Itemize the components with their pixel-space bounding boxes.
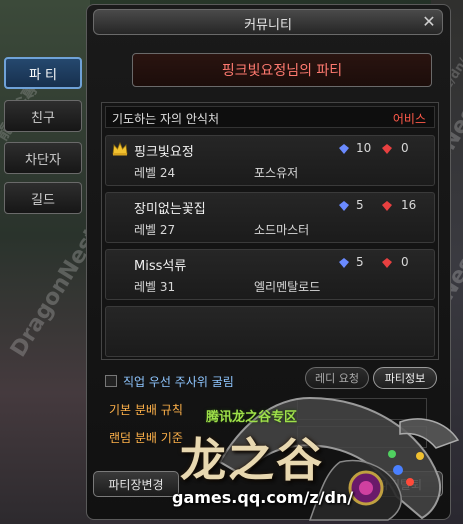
dice-checkbox[interactable] xyxy=(105,375,117,387)
member-red-stat: 0 xyxy=(401,141,409,155)
member-class: 엘리멘탈로드 xyxy=(254,280,321,294)
dice-option-label: 직업 우선 주사위 굴림 xyxy=(123,374,234,389)
title-bar[interactable]: 커뮤니티 ✕ xyxy=(93,9,443,35)
tab-friends[interactable]: 친구 xyxy=(4,100,82,132)
window-title: 커뮤니티 xyxy=(244,18,292,33)
watermark-site: 腾讯龙之谷专区 xyxy=(206,410,298,425)
stage-name: 기도하는 자의 안식처 xyxy=(112,112,219,126)
member-name: 장미없는꽃집 xyxy=(134,202,206,217)
red-gem-icon xyxy=(382,258,392,268)
crown-icon xyxy=(112,142,128,156)
blue-gem-icon xyxy=(339,144,349,154)
blue-gem-icon xyxy=(339,258,349,268)
member-blue-stat: 5 xyxy=(356,255,364,269)
stage-difficulty: 어비스 xyxy=(392,112,426,126)
ready-request-button[interactable]: 레디 요청 xyxy=(305,367,369,389)
leave-party-button[interactable]: 파티탈퇴 xyxy=(357,471,443,497)
member-panel: 기도하는 자의 안식처 어비스 핑크빛요정 레벨 24 포스유저 10 0 장미… xyxy=(101,102,439,360)
member-class: 포스유저 xyxy=(254,166,299,180)
member-level: 레벨 27 xyxy=(134,223,176,237)
member-blue-stat: 10 xyxy=(356,141,372,155)
empty-member-slot xyxy=(105,306,435,357)
party-name: 핑크빛요정님의 파티 xyxy=(132,53,432,87)
member-red-stat: 0 xyxy=(401,255,409,269)
tab-blocked[interactable]: 차단자 xyxy=(4,142,82,174)
close-icon[interactable]: ✕ xyxy=(420,13,438,31)
member-name: Miss석류 xyxy=(134,259,187,274)
blue-gem-icon xyxy=(339,201,349,211)
party-member-slot[interactable]: 핑크빛요정 레벨 24 포스유저 10 0 xyxy=(105,135,435,186)
member-class: 소드마스터 xyxy=(254,223,310,237)
red-gem-icon xyxy=(382,201,392,211)
party-member-slot[interactable]: 장미없는꽃집 레벨 27 소드마스터 5 16 xyxy=(105,192,435,243)
stage-row: 기도하는 자의 안식처 어비스 xyxy=(105,106,435,128)
party-info-button[interactable]: 파티정보 xyxy=(373,367,437,389)
member-name: 핑크빛요정 xyxy=(134,145,194,160)
member-blue-stat: 5 xyxy=(356,198,364,212)
change-leader-button[interactable]: 파티장변경 xyxy=(93,471,179,497)
member-level: 레벨 24 xyxy=(134,166,176,180)
loot-rule-select[interactable] xyxy=(297,398,427,420)
red-gem-icon xyxy=(382,144,392,154)
watermark-title: 龙之谷 xyxy=(180,433,324,487)
dice-option[interactable]: 직업 우선 주사위 굴림 xyxy=(105,371,265,391)
member-level: 레벨 31 xyxy=(134,280,176,294)
tab-guild[interactable]: 길드 xyxy=(4,182,82,214)
watermark-url: games.qq.com/z/dn/ xyxy=(172,488,354,507)
party-member-slot[interactable]: Miss석류 레벨 31 엘리멘탈로드 5 0 xyxy=(105,249,435,300)
tab-party[interactable]: 파 티 xyxy=(4,57,82,89)
member-red-stat: 16 xyxy=(401,198,417,212)
